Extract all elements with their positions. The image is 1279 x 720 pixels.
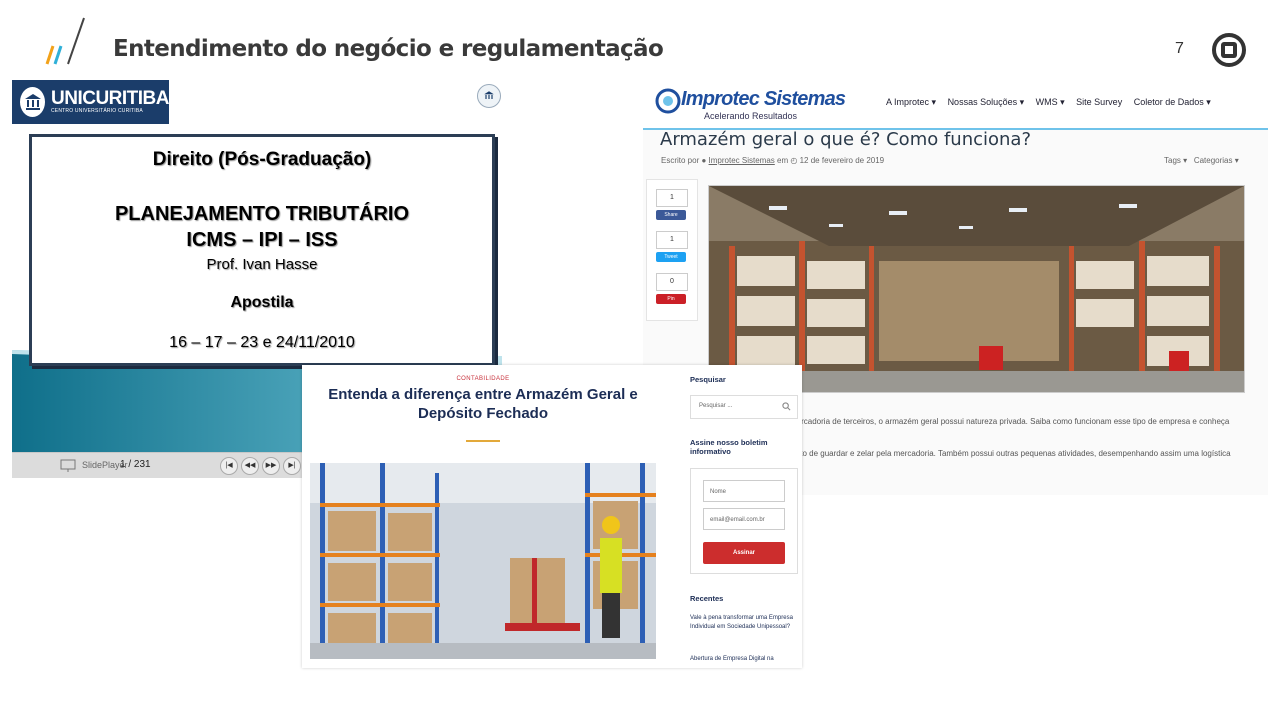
post-title-line-2: Depósito Fechado bbox=[417, 405, 548, 422]
slide-title: Entendimento do negócio e regulamentação bbox=[113, 36, 664, 62]
article-text-line-2: ituito de guardar e zelar pela mercadori… bbox=[790, 449, 1231, 458]
slide-dates: 16 – 17 – 23 e 24/11/2010 bbox=[169, 334, 355, 351]
article-title: Armazém geral o que é? Como funciona? bbox=[660, 129, 1032, 150]
article-meta: Escrito por ● Improtec Sistemas em ◴ 12 … bbox=[661, 156, 884, 165]
unicuritiba-subtitle: CENTRO UNIVERSITÁRIO CURITIBA bbox=[51, 108, 143, 114]
share-count: 1 bbox=[656, 189, 688, 207]
unicuritiba-name: UNICURITIBA bbox=[51, 88, 170, 109]
improtec-tagline: Acelerando Resultados bbox=[704, 111, 798, 121]
slide-counter: 1 / 231 bbox=[120, 459, 151, 470]
tags-dropdown[interactable]: Tags ▾ bbox=[1164, 156, 1187, 165]
search-title: Pesquisar bbox=[690, 375, 726, 384]
post-title: Entenda a diferença entre Armazém Geral … bbox=[322, 385, 644, 423]
slide-taxes: ICMS – IPI – ISS bbox=[186, 229, 338, 251]
pin-count: 0 bbox=[656, 273, 688, 291]
improtec-nav: A Improtec ▾ Nossas Soluções ▾ WMS ▾ Sit… bbox=[886, 97, 1220, 108]
first-slide-button[interactable]: |◀ bbox=[220, 457, 238, 475]
newsletter-form: Nome email@email.com.br Assinar bbox=[690, 468, 798, 574]
brand-circle-icon bbox=[1212, 33, 1246, 67]
tags-menu: Tags ▾ Categorias ▾ bbox=[1164, 156, 1239, 165]
title-divider bbox=[466, 440, 500, 442]
warehouse-photo bbox=[708, 185, 1245, 393]
slide-content: Direito (Pós-Graduação) PLANEJAMENTO TRI… bbox=[29, 134, 495, 366]
facebook-share-button[interactable]: Share bbox=[656, 210, 686, 220]
warehouse-worker-photo bbox=[310, 463, 656, 659]
article-text-line-1: mercadoria de terceiros, o armazém geral… bbox=[790, 417, 1230, 426]
categories-dropdown[interactable]: Categorias ▾ bbox=[1194, 156, 1239, 165]
tweet-count: 1 bbox=[656, 231, 688, 249]
clock-icon: ◴ bbox=[790, 156, 798, 165]
nav-a-improtec[interactable]: A Improtec ▾ bbox=[886, 97, 936, 107]
slide-professor: Prof. Ivan Hasse bbox=[206, 256, 318, 273]
meta-em: em bbox=[777, 156, 789, 165]
email-field[interactable]: email@email.com.br bbox=[703, 508, 785, 530]
recent-post-2[interactable]: Abertura de Empresa Digital na bbox=[690, 655, 796, 664]
institution-building-icon bbox=[20, 87, 45, 117]
search-icon[interactable] bbox=[782, 402, 791, 411]
last-slide-button[interactable]: ▶| bbox=[283, 457, 301, 475]
newsletter-title: Assine nosso boletim informativo bbox=[690, 438, 768, 456]
improtec-logo-icon bbox=[655, 88, 681, 114]
improtec-name: Improtec Sistemas bbox=[681, 88, 846, 110]
unicuritiba-logo: UNICURITIBA CENTRO UNIVERSITÁRIO CURITIB… bbox=[12, 80, 170, 124]
presentation-icon bbox=[60, 459, 76, 472]
search-placeholder: Pesquisar ... bbox=[699, 403, 733, 409]
slide-course: Direito (Pós-Graduação) bbox=[152, 149, 372, 170]
page-number: 7 bbox=[1175, 40, 1184, 57]
recent-post-1[interactable]: Vale à pena transformar uma Empresa Indi… bbox=[690, 614, 796, 632]
next-slide-button[interactable]: ▶▶ bbox=[262, 457, 280, 475]
category-label[interactable]: CONTABILIDADE bbox=[302, 376, 664, 382]
meta-prefix: Escrito por bbox=[661, 156, 700, 165]
subscribe-button[interactable]: Assinar bbox=[703, 542, 785, 564]
nav-wms[interactable]: WMS ▾ bbox=[1036, 97, 1065, 107]
nav-site-survey[interactable]: Site Survey bbox=[1076, 97, 1122, 107]
contabilidade-panel: CONTABILIDADE Entenda a diferença entre … bbox=[302, 365, 802, 668]
blog-sidebar: Pesquisar Pesquisar ... Assine nosso bol… bbox=[690, 365, 802, 668]
share-column: 1 Share 1 Tweet 0 Pin bbox=[646, 179, 698, 321]
slashes-logo-icon bbox=[45, 17, 85, 65]
recent-title: Recentes bbox=[690, 594, 724, 603]
tweet-button[interactable]: Tweet bbox=[656, 252, 686, 262]
slide-apostila: Apostila bbox=[230, 294, 294, 311]
pin-button[interactable]: Pin bbox=[656, 294, 686, 304]
nav-nossas-solucoes[interactable]: Nossas Soluções ▾ bbox=[948, 97, 1025, 107]
sidebar-search-input[interactable]: Pesquisar ... bbox=[690, 395, 798, 419]
user-icon: ● bbox=[701, 156, 707, 165]
name-field[interactable]: Nome bbox=[703, 480, 785, 502]
post-title-line-1: Entenda a diferença entre Armazém Geral … bbox=[328, 386, 638, 403]
slide-subject: PLANEJAMENTO TRIBUTÁRIO bbox=[114, 203, 410, 225]
improtec-header: Improtec Sistemas Acelerando Resultados … bbox=[643, 82, 1268, 130]
nav-coletor-de-dados[interactable]: Coletor de Dados ▾ bbox=[1134, 97, 1211, 107]
meta-date: 12 de fevereiro de 2019 bbox=[799, 156, 885, 165]
prev-slide-button[interactable]: ◀◀ bbox=[241, 457, 259, 475]
meta-author[interactable]: Improtec Sistemas bbox=[709, 156, 775, 165]
institution-small-icon bbox=[477, 84, 501, 108]
